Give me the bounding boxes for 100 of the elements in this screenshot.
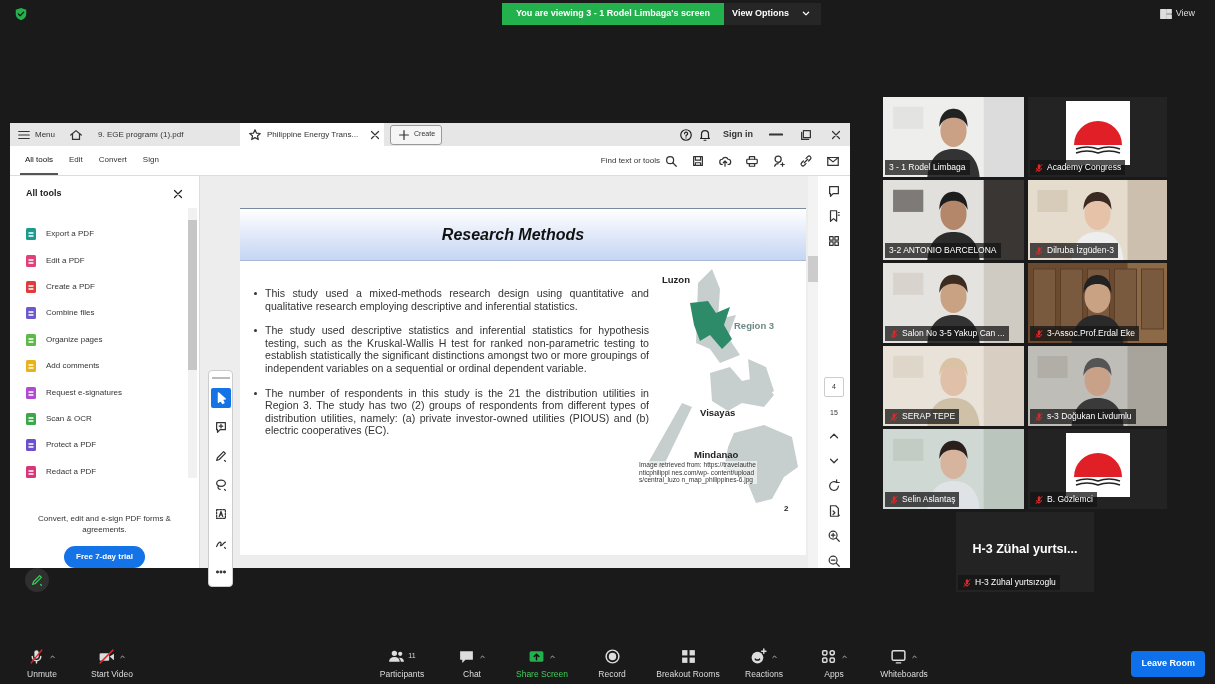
view-options-button[interactable]: View Options bbox=[724, 3, 821, 25]
document-tab[interactable]: Philippine Energy Trans... bbox=[240, 123, 384, 146]
participant-name: 3 - 1 Rodel Limbaga bbox=[889, 161, 966, 174]
participant-tile[interactable]: SERAP TEPE bbox=[883, 346, 1024, 426]
toolbar-button[interactable]: Apps bbox=[802, 647, 866, 681]
grid-icon bbox=[1158, 7, 1173, 21]
tool-item[interactable]: Create a PDF bbox=[24, 273, 95, 301]
panel-title: All tools bbox=[26, 187, 62, 201]
record-icon bbox=[603, 647, 621, 665]
save-icon[interactable] bbox=[691, 153, 705, 168]
bullet-text: This study used a mixed-methods research design using quantitative and qualitative research employing descriptive and inferential statistics. bbox=[265, 287, 649, 313]
tool-item[interactable]: Protect a PDF bbox=[24, 432, 97, 459]
tool-item[interactable]: Request e-signatures bbox=[24, 379, 123, 406]
participant-tile[interactable]: Academy Congress bbox=[1028, 97, 1167, 177]
rotate-icon[interactable] bbox=[827, 479, 841, 493]
share-with-people-icon[interactable] bbox=[772, 153, 786, 168]
participant-tile[interactable]: 3 - 1 Rodel Limbaga bbox=[883, 97, 1024, 177]
toolbar-button[interactable]: Whiteboards bbox=[872, 647, 936, 681]
print-icon[interactable] bbox=[745, 153, 759, 168]
participant-name: Dilruba İzgüden-3 bbox=[1047, 244, 1115, 257]
map-label: Mindanao bbox=[694, 448, 739, 462]
view-button[interactable]: View bbox=[1152, 6, 1201, 22]
breakout-rooms-icon bbox=[679, 647, 697, 665]
toolbar-button[interactable]: Record bbox=[580, 647, 644, 681]
help-icon[interactable] bbox=[679, 127, 693, 142]
zoom-in-icon[interactable] bbox=[827, 529, 841, 543]
tool-item[interactable]: Organize pages bbox=[24, 326, 103, 353]
comment-icon[interactable] bbox=[827, 184, 841, 198]
participant-name: H-3 Zühal yurtsızoglu bbox=[975, 576, 1056, 589]
toolbar-tab[interactable]: Convert bbox=[93, 146, 132, 175]
restore-icon bbox=[799, 127, 813, 142]
tool-item[interactable]: Redact a PDF bbox=[24, 458, 97, 485]
map-label: Visayas bbox=[700, 406, 736, 420]
slide-title: Research Methods bbox=[441, 224, 586, 245]
leave-room-button[interactable]: Leave Room bbox=[1131, 651, 1205, 677]
bullet-icon bbox=[254, 391, 257, 395]
participant-tile[interactable]: 3-Assoc.Prof.Erdal Eke bbox=[1028, 263, 1167, 343]
scrollbar[interactable] bbox=[808, 176, 818, 568]
tool-item[interactable]: Scan & OCR bbox=[24, 405, 92, 433]
logo bbox=[1065, 433, 1130, 497]
plus-icon bbox=[397, 127, 411, 142]
participant-display-name: H-3 Zühal yurtsı... bbox=[971, 541, 1079, 558]
zoom-out-icon[interactable] bbox=[827, 554, 841, 568]
bullet-text: The number of respondents in this study is the 21 the distribution utilities in Region 3. The study has two (2) groups of respondents from different types of distribution utilities, namely: (a) private investor-owned utilities (PIOUS) and (b) electric cooperatives (EC). bbox=[265, 386, 649, 437]
toolbar-tab[interactable]: Edit bbox=[64, 146, 88, 175]
scrollbar[interactable] bbox=[188, 208, 197, 478]
text-select-icon bbox=[213, 507, 228, 521]
participant-tile[interactable]: Dilruba İzgüden-3 bbox=[1028, 180, 1167, 260]
participant-tile[interactable]: Selin Aslantaş bbox=[883, 429, 1024, 509]
toolbar-button[interactable]: Share Screen bbox=[510, 647, 574, 681]
participant-name: s-3 Doğukan Livdumlu bbox=[1047, 410, 1132, 423]
toolbar-button[interactable]: Start Video bbox=[80, 647, 144, 681]
toolbar-button[interactable]: Unmute bbox=[10, 647, 74, 681]
pen-icon bbox=[213, 449, 228, 463]
toolbar-tab[interactable]: Sign bbox=[137, 146, 164, 175]
security-shield-icon bbox=[14, 7, 28, 21]
promo-text: Convert, edit and e-sign PDF forms & agreements. bbox=[37, 513, 172, 536]
participant-name: 3-Assoc.Prof.Erdal Eke bbox=[1047, 327, 1135, 340]
page-number: 2 bbox=[784, 503, 789, 515]
map-label: Luzon bbox=[662, 273, 690, 287]
viewing-banner: You are viewing 3 - 1 Rodel Limbaga's screen bbox=[502, 3, 725, 25]
participant-tile[interactable]: Salon No 3-5 Yakup Can ... bbox=[883, 263, 1024, 343]
sign-in-button[interactable]: Sign in bbox=[716, 123, 760, 146]
toolbar-button[interactable]: Breakout Rooms bbox=[650, 647, 726, 681]
participant-name: 3-2 ANTONIO BARCELONA bbox=[889, 244, 997, 257]
annotate-button[interactable] bbox=[25, 568, 49, 592]
find-tools-search[interactable]: Find text or tools bbox=[600, 153, 678, 168]
toolbar-button[interactable]: Reactions bbox=[732, 647, 796, 681]
toolbar-button[interactable]: Chat bbox=[440, 647, 504, 681]
tool-item[interactable]: Add comments bbox=[24, 352, 100, 380]
notification-bell-icon[interactable] bbox=[697, 127, 712, 142]
close-icon[interactable] bbox=[171, 187, 185, 201]
tool-item[interactable]: Export a PDF bbox=[24, 221, 94, 248]
link-icon[interactable] bbox=[799, 153, 813, 168]
participant-name: Selin Aslantaş bbox=[902, 493, 956, 506]
minimize-icon bbox=[769, 133, 783, 136]
thumbnails-icon[interactable] bbox=[827, 234, 841, 248]
participant-tile[interactable]: H-3 Zühal yurtsı... H-3 Zühal yurtsızoglu bbox=[956, 512, 1094, 592]
participant-name: Salon No 3-5 Yakup Can ... bbox=[902, 327, 1005, 340]
whiteboard-icon bbox=[889, 647, 907, 665]
search-icon bbox=[664, 153, 678, 168]
export-page-icon[interactable] bbox=[827, 504, 841, 518]
logo bbox=[1065, 101, 1130, 165]
tool-item[interactable]: Combine files bbox=[24, 300, 95, 327]
bookmark-icon[interactable] bbox=[827, 209, 841, 223]
participant-tile[interactable]: s-3 Doğukan Livdumlu bbox=[1028, 346, 1167, 426]
lasso-icon bbox=[213, 478, 228, 492]
free-trial-button[interactable]: Free 7-day trial bbox=[64, 546, 145, 568]
menu-button[interactable]: Menu bbox=[10, 123, 62, 146]
bullet-icon bbox=[254, 329, 257, 333]
add-comment-icon bbox=[213, 420, 228, 434]
participant-name: Academy Congress bbox=[1047, 161, 1122, 174]
tool-item[interactable]: Edit a PDF bbox=[24, 247, 85, 274]
participant-tile[interactable]: 3-2 ANTONIO BARCELONA bbox=[883, 180, 1024, 260]
bullet-text: The study used descriptive statistics and inferential statistics for hypothesis testing, such as the Kruskal-Wallis H test for ranked non-parametric testing to establish statistically the significant distinctions amongst two or more groupings of independent variables on a sequential or ordinal dependent variable. bbox=[265, 324, 649, 375]
toolbar-tab[interactable]: All tools bbox=[20, 146, 58, 175]
smiley-icon bbox=[749, 647, 767, 665]
participant-tile[interactable]: B. Gözlemci bbox=[1028, 429, 1167, 509]
home-icon bbox=[69, 127, 83, 142]
participant-name: SERAP TEPE bbox=[902, 410, 956, 423]
